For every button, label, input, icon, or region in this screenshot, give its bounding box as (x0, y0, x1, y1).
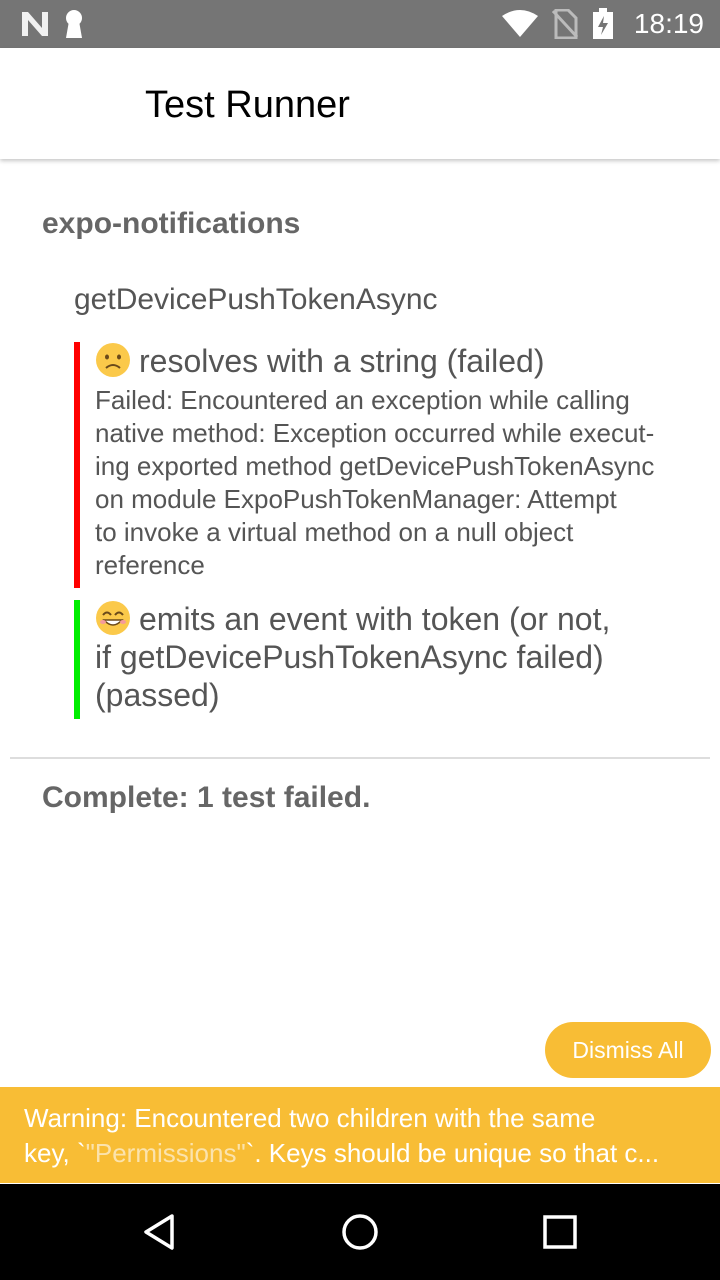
error-line: reference (95, 550, 205, 580)
error-line: on module ExpoPushTokenManager: Attempt (95, 484, 617, 514)
error-line: ing exported method getDevicePushTokenAs… (95, 451, 655, 481)
app-bar: Test Runner (0, 48, 720, 159)
warning-key-text: "Permissions" (85, 1138, 246, 1168)
error-line: Failed: Encountered an exception while c… (95, 385, 630, 415)
test-title-line: (passed) (95, 677, 220, 713)
failed-status-bar (74, 342, 80, 588)
test-error-message: Failed: Encountered an exception while c… (95, 384, 705, 582)
battery-charging-icon (592, 8, 614, 40)
smiling-face-emoji (96, 601, 130, 635)
dismiss-all-button[interactable]: Dismiss All (545, 1022, 711, 1078)
warning-text: `. Keys should be unique so that c... (245, 1138, 660, 1168)
describe-title: getDevicePushTokenAsync (74, 283, 438, 316)
back-icon[interactable] (136, 1208, 184, 1256)
no-sim-icon (551, 9, 578, 39)
app-title: Test Runner (145, 84, 350, 126)
warning-text-line: Warning: Encountered two children with t… (24, 1103, 596, 1133)
test-result-failed: resolves with a string (failed) Failed: … (74, 342, 694, 588)
sad-face-emoji (96, 343, 130, 377)
suite-title: expo-notifications (42, 207, 301, 240)
n-notification-icon (20, 10, 50, 38)
home-icon[interactable] (336, 1208, 384, 1256)
status-bar: 18:19 (0, 0, 720, 48)
recents-icon[interactable] (536, 1208, 584, 1256)
warning-banner[interactable]: Warning: Encountered two children with t… (0, 1087, 720, 1183)
test-title: emits an event with token (or not, (139, 601, 611, 637)
keyhole-icon (64, 9, 84, 39)
test-title: resolves with a string (failed) (139, 343, 545, 379)
warning-text: key, ` (24, 1138, 86, 1168)
test-title-line: if getDevicePushTokenAsync failed) (95, 639, 604, 675)
navigation-bar (0, 1184, 720, 1280)
test-summary: Complete: 1 test failed. (42, 781, 371, 814)
warning-text-line: key, `"Permissions"`. Keys should be uni… (24, 1136, 696, 1171)
divider (10, 757, 710, 759)
status-time: 18:19 (633, 8, 704, 39)
error-line: native method: Exception occurred while … (95, 418, 655, 448)
wifi-icon (501, 10, 538, 38)
passed-status-bar (74, 600, 80, 719)
error-line: to invoke a virtual method on a null obj… (95, 517, 574, 547)
test-result-passed: emits an event with token (or not, if ge… (74, 600, 694, 719)
